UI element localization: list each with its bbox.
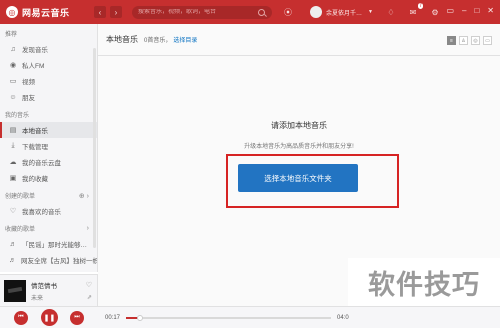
mini-mode-icon[interactable]: ▭ bbox=[446, 6, 454, 15]
share-icon[interactable]: ⇗ bbox=[87, 294, 92, 301]
pause-button[interactable]: ❚❚ bbox=[41, 309, 58, 326]
next-icon: ⏭ bbox=[74, 314, 80, 320]
current-time: 00:17 bbox=[105, 314, 121, 321]
netease-logo-icon: ◎ bbox=[6, 6, 18, 18]
settings-gear-icon[interactable]: ⚙ bbox=[429, 6, 441, 18]
add-playlist-icon[interactable]: ⊕ › bbox=[79, 192, 89, 200]
music-note-icon: ♫ bbox=[10, 45, 16, 53]
list-view-icon[interactable]: ≡ bbox=[447, 36, 456, 45]
section-title-my-music: 我的音乐 bbox=[5, 113, 30, 119]
progress-knob[interactable] bbox=[137, 314, 144, 321]
sidebar-scrollbar[interactable] bbox=[93, 48, 96, 248]
progress-bar[interactable] bbox=[126, 314, 332, 321]
choose-directory-link[interactable]: 选择目录 bbox=[173, 35, 197, 44]
username[interactable]: 余夏依月千… bbox=[326, 8, 368, 17]
playlist-icon: ♬ bbox=[9, 240, 17, 248]
chevron-down-icon[interactable]: ▼ bbox=[368, 9, 373, 15]
sidebar-item-discover[interactable]: ♫ 发现音乐 bbox=[0, 41, 97, 57]
download-icon: ⤓ bbox=[11, 142, 15, 149]
pause-icon: ❚❚ bbox=[43, 314, 56, 322]
album-view-icon[interactable]: ◎ bbox=[471, 36, 480, 45]
window-controls: ▭ – □ ✕ bbox=[446, 6, 494, 15]
view-switcher: ≡ ♙ ◎ ▭ bbox=[447, 36, 492, 45]
sidebar-item-downloads[interactable]: ⤓ 下载管理 bbox=[0, 138, 97, 154]
previous-icon: ⏮ bbox=[18, 314, 24, 320]
skin-icon[interactable]: ♢ bbox=[385, 6, 397, 18]
sidebar-item-cloud[interactable]: ☁ 我的音乐云盘 bbox=[0, 154, 97, 170]
collection-icon: ▣ bbox=[9, 175, 17, 182]
sidebar-item-collection[interactable]: ▣ 我的收藏 bbox=[0, 170, 97, 186]
friends-icon: ☺ bbox=[9, 93, 17, 101]
video-icon: ▭ bbox=[9, 78, 17, 85]
title-bar: ◎ 网易云音乐 ‹ › ⦿ 余夏依月千… ▼ ♢ ✉7 ⚙ ▭ – □ ✕ bbox=[0, 0, 500, 24]
song-title[interactable]: 情范情书 bbox=[31, 280, 57, 290]
message-icon[interactable]: ✉ 7 bbox=[407, 3, 423, 18]
sidebar-item-video[interactable]: ▭ 视频 bbox=[0, 73, 97, 89]
empty-state: 请添加本地音乐 升级本地音乐为高品质音乐并和朋友分享! bbox=[98, 120, 500, 150]
song-count: 0首音乐， bbox=[144, 38, 172, 44]
empty-subtitle: 升级本地音乐为高品质音乐并和朋友分享! bbox=[244, 144, 354, 150]
message-badge: 7 bbox=[418, 3, 423, 9]
app-name: 网易云音乐 bbox=[22, 7, 70, 18]
section-title-created[interactable]: 创建的歌单 ⊕ › bbox=[0, 186, 97, 203]
minimize-icon[interactable]: – bbox=[462, 6, 466, 15]
local-music-icon: ▤ bbox=[9, 127, 17, 134]
user-avatar[interactable] bbox=[310, 6, 322, 18]
heart-icon[interactable]: ♡ bbox=[86, 281, 92, 289]
sidebar-item-fm[interactable]: ◉ 私人FM bbox=[0, 57, 97, 73]
sidebar-item-playlist[interactable]: ♬ 网友全席【古风】独树一帜 bbox=[0, 252, 97, 268]
folder-view-icon[interactable]: ▭ bbox=[483, 36, 492, 45]
maximize-icon[interactable]: □ bbox=[474, 6, 479, 15]
search-box[interactable] bbox=[132, 5, 272, 19]
cloud-icon: ☁ bbox=[9, 159, 17, 166]
radio-icon: ◉ bbox=[9, 62, 17, 69]
chevron-icon[interactable]: › bbox=[87, 225, 89, 232]
album-cover[interactable] bbox=[4, 279, 26, 302]
back-button[interactable]: ‹ bbox=[94, 6, 106, 18]
main-header: 本地音乐 0首音乐， 选择目录 ≡ ♙ ◎ ▭ bbox=[98, 24, 500, 56]
forward-button[interactable]: › bbox=[110, 6, 122, 18]
section-title-recommend: 推荐 bbox=[5, 32, 18, 38]
sidebar-item-liked[interactable]: ♡ 我喜欢的音乐 bbox=[0, 203, 97, 219]
playlist-icon: ♬ bbox=[9, 256, 16, 264]
previous-track-button[interactable]: ⏮ bbox=[14, 310, 28, 325]
sidebar-item-playlist[interactable]: ♬ 「民谣」那时光能够… bbox=[0, 236, 97, 252]
listen-recognize-icon[interactable]: ⦿ bbox=[282, 6, 294, 18]
artist-view-icon[interactable]: ♙ bbox=[459, 36, 468, 45]
player-bar: ⏮ ❚❚ ⏭ 00:17 04:0 bbox=[0, 306, 500, 328]
section-title-collected[interactable]: 收藏的歌单 › bbox=[0, 219, 97, 236]
sidebar-item-friends[interactable]: ☺ 朋友 bbox=[0, 89, 97, 105]
search-icon[interactable] bbox=[258, 8, 265, 16]
now-playing-mini[interactable]: 情范情书 未来 ♡ ⇗ bbox=[0, 274, 98, 306]
total-time: 04:0 bbox=[337, 314, 349, 321]
next-track-button[interactable]: ⏭ bbox=[70, 310, 84, 325]
close-icon[interactable]: ✕ bbox=[487, 6, 494, 15]
app-logo[interactable]: ◎ 网易云音乐 bbox=[6, 6, 94, 19]
sidebar-item-local-music[interactable]: ▤ 本地音乐 bbox=[0, 122, 97, 138]
empty-title: 请添加本地音乐 bbox=[271, 121, 327, 130]
page-title: 本地音乐 bbox=[106, 35, 138, 44]
sidebar: 推荐 ♫ 发现音乐 ◉ 私人FM ▭ 视频 ☺ 朋友 我的音乐 ▤ 本地音乐 ⤓ 下载管理 … bbox=[0, 24, 98, 272]
watermark-text: 软件技巧 bbox=[348, 258, 500, 306]
heart-icon: ♡ bbox=[9, 208, 17, 215]
search-input[interactable] bbox=[138, 9, 256, 15]
song-artist[interactable]: 未来 bbox=[31, 293, 57, 302]
choose-local-folder-button[interactable]: 选择本地音乐文件夹 bbox=[238, 164, 358, 192]
